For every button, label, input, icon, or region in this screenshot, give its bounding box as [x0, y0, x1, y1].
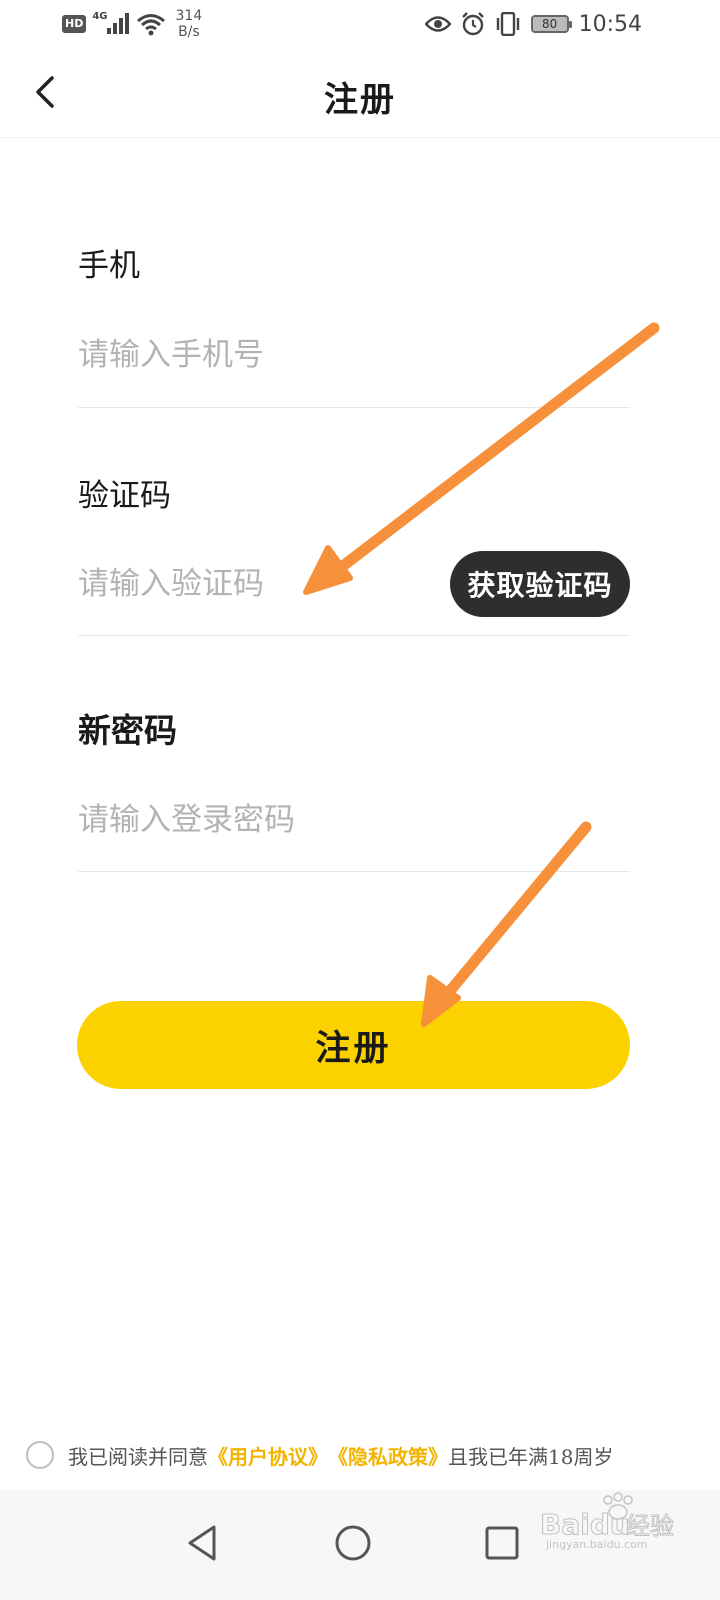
nav-home-button[interactable]: [318, 1508, 388, 1578]
square-recents-icon: [485, 1526, 519, 1560]
agreement-row: 我已阅读并同意 《用户协议》 《隐私政策》 且我已年满18周岁: [26, 1437, 613, 1473]
register-button[interactable]: 注册: [77, 1001, 630, 1089]
user-agreement-link[interactable]: 《用户协议》: [208, 1441, 328, 1470]
alarm-icon: [461, 12, 484, 36]
password-input[interactable]: [78, 795, 618, 845]
agreement-prefix: 我已阅读并同意: [68, 1444, 208, 1469]
speed-unit: B/s: [178, 24, 200, 40]
speed-value: 314: [175, 8, 203, 24]
code-divider: [78, 635, 630, 636]
code-label: 验证码: [78, 478, 171, 514]
wifi-icon: [136, 14, 165, 36]
agree-checkbox[interactable]: [26, 1441, 54, 1469]
page-title: 注册: [324, 80, 396, 120]
circle-home-icon: [335, 1525, 371, 1561]
password-label: 新密码: [78, 711, 177, 750]
get-code-button[interactable]: 获取验证码: [450, 551, 630, 617]
status-right: 80 10:54: [424, 8, 642, 40]
code-input[interactable]: [78, 559, 438, 609]
watermark-brand: Baidu: [540, 1508, 630, 1541]
status-left: HD 4G 314 B/s: [62, 8, 202, 40]
battery-indicator: 80: [530, 15, 572, 33]
eye-icon: [424, 16, 451, 32]
network-speed: 314 B/s: [176, 8, 203, 40]
annotation-arrow-register: [421, 821, 592, 1027]
signal-icon: [106, 13, 129, 34]
watermark-text: 经验: [626, 1512, 674, 1540]
nav-back-button[interactable]: [167, 1508, 237, 1578]
triangle-back-icon: [188, 1525, 216, 1561]
agreement-suffix: 且我已年满18周岁: [448, 1444, 614, 1469]
phone-input[interactable]: [78, 330, 618, 380]
privacy-policy-link[interactable]: 《隐私政策》: [328, 1441, 448, 1470]
nav-recents-button[interactable]: [467, 1508, 537, 1578]
watermark-url: jingyan.baidu.com: [545, 1538, 648, 1550]
baidu-paw-logo: Baidu 经验 jingyan.baidu.com: [540, 1492, 675, 1551]
hd-badge: HD: [62, 15, 87, 33]
network-type: 4G: [92, 10, 108, 22]
password-divider: [78, 871, 630, 872]
header: 注册: [0, 48, 720, 138]
phone-divider: [78, 407, 630, 408]
phone-label: 手机: [78, 248, 140, 284]
baidu-jingyan-watermark: Baidu 经验 jingyan.baidu.com: [538, 1490, 678, 1551]
status-bar: HD 4G 314 B/s 80 10:54: [0, 0, 720, 48]
status-time: 10:54: [578, 11, 642, 37]
vibrate-icon: [496, 12, 519, 36]
